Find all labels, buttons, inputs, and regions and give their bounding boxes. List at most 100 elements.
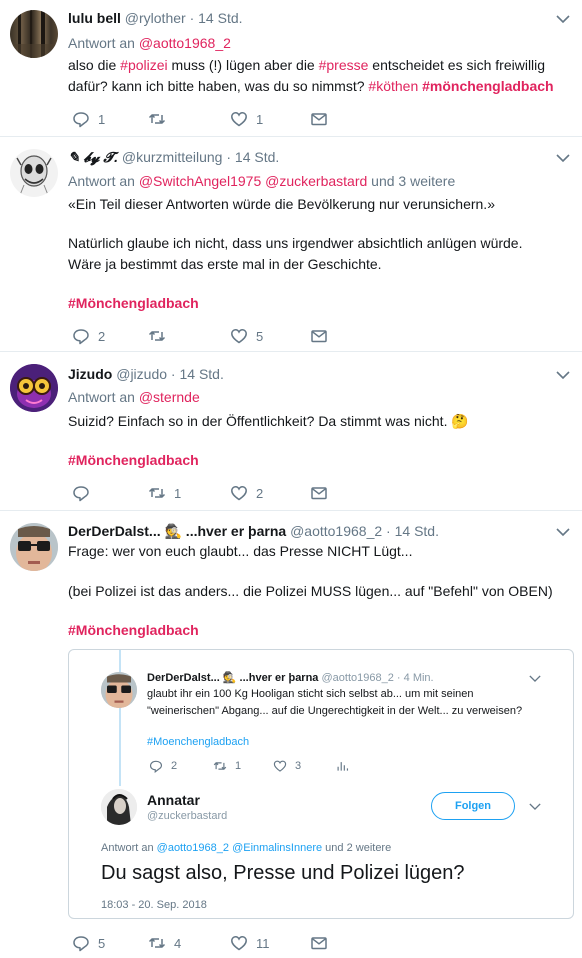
user-handle[interactable]: @kurzmitteilung [122,149,223,165]
hashtag-link[interactable]: #mönchengladbach [422,78,553,94]
user-name[interactable]: Annatar [147,792,200,808]
reply-context: Antwort an @aotto1968_2 @EinmalinsInnere… [101,842,391,854]
thread-line [119,650,121,672]
tweet-actions: 1 1 [68,109,368,129]
tweet-text: also die #polizei muss (!) lügen aber di… [68,55,558,97]
retweet-button[interactable]: 1 [148,483,181,503]
timestamp[interactable]: 14 Std. [235,149,279,165]
hashtag-link[interactable]: #Mönchengladbach [68,452,199,468]
chevron-down-icon[interactable] [556,527,570,537]
tweet: Jizudo @jizudo · 14 Std. Antwort an @ste… [0,352,582,511]
retweet-button[interactable]: 1 [213,758,241,774]
reply-suffix[interactable]: und 3 weitere [371,173,455,189]
quoted-hashtag-line: #Moenchengladbach [147,734,567,751]
avatar[interactable] [101,789,137,825]
retweet-icon [213,762,227,770]
like-button[interactable]: 2 [230,483,263,503]
avatar[interactable] [10,10,58,58]
user-name[interactable]: DerDerDalst... 🕵 ...hver er þarna [147,672,318,684]
thinking-emoji: 🤔 [451,413,469,429]
reply-user-link[interactable]: @sternde [139,389,200,405]
retweet-button[interactable] [148,109,174,129]
like-button[interactable]: 1 [230,109,263,129]
reply-suffix[interactable]: und 2 weitere [325,842,391,854]
user-handle[interactable]: @aotto1968_2 [290,523,382,539]
reply-user-link[interactable]: @zuckerbastard [265,173,367,189]
reply-button[interactable]: 2 [72,326,105,346]
avatar[interactable] [10,364,58,412]
chevron-down-icon[interactable] [556,370,570,380]
embedded-timestamp[interactable]: 18:03 - 20. Sep. 2018 [101,899,207,911]
reply-button[interactable]: 1 [72,109,105,129]
reply-user-link[interactable]: @EinmalinsInnere [232,842,322,854]
hashtag-link[interactable]: #Mönchengladbach [68,622,199,638]
reply-context: Antwort an @aotto1968_2 [68,35,231,51]
retweet-icon [148,331,166,341]
user-handle[interactable]: @jizudo [116,366,167,382]
tweet-hashtag-line: #Mönchengladbach [68,450,558,471]
reply-context: Antwort an @SwitchAngel1975 @zuckerbasta… [68,173,455,189]
retweet-count: 4 [174,935,182,951]
hashtag-link[interactable]: #Mönchengladbach [68,295,199,311]
reply-button[interactable]: 5 [72,933,105,953]
hashtag-link[interactable]: #polizei [120,57,167,73]
message-button[interactable] [310,326,328,346]
timestamp[interactable]: 14 Std. [395,523,439,539]
reply-user-link[interactable]: @aotto1968_2 [157,842,229,854]
tweet-actions: 5 4 11 [68,933,368,953]
quoted-text-line: glaubt ihr ein 100 Kg Hooligan sticht si… [147,688,474,700]
user-name[interactable]: lulu bell [68,10,121,26]
tweet-text-line: Frage: wer von euch glaubt... das Presse… [68,543,413,559]
tweet-header: lulu bell @rylother · 14 Std. [68,10,243,26]
retweet-icon [148,114,166,124]
quoted-text-line: "weinerischen" Abgang... auf die Ungerec… [147,705,523,717]
follow-button[interactable]: Folgen [431,792,515,820]
chevron-down-icon[interactable] [529,674,541,683]
embedded-tweet-card[interactable]: DerDerDalst... 🕵 ...hver er þarna @aotto… [68,649,574,919]
user-name[interactable]: Jizudo [68,366,112,382]
reply-user-link[interactable]: @aotto1968_2 [139,35,231,51]
retweet-button[interactable]: 4 [148,933,181,953]
timestamp[interactable]: 14 Std. [198,10,242,26]
thread-line [119,706,121,786]
hashtag-link[interactable]: #presse [319,57,369,73]
user-handle[interactable]: @aotto1968_2 [322,672,394,684]
message-button[interactable] [310,483,328,503]
envelope-icon [311,487,327,500]
hashtag-link[interactable]: #köthen [368,78,418,94]
analytics-button[interactable] [335,758,349,774]
envelope-icon [311,937,327,950]
user-handle[interactable]: @rylother [125,10,186,26]
heart-icon [231,112,247,127]
tweet: lulu bell @rylother · 14 Std. Antwort an… [0,0,582,137]
hashtag-link[interactable]: #Moenchengladbach [147,736,249,748]
retweet-button[interactable] [148,326,174,346]
like-button[interactable]: 3 [273,758,301,774]
quoted-avatar[interactable] [101,672,137,708]
avatar[interactable] [10,523,58,571]
reply-button[interactable]: 2 [149,758,177,774]
timestamp[interactable]: 4 Min. [404,672,434,684]
like-button[interactable]: 11 [230,933,270,953]
separator-dot: · [386,523,391,539]
timestamp[interactable]: 14 Std. [179,366,223,382]
reply-button[interactable] [72,483,98,503]
reply-prefix: Antwort an [68,35,135,51]
reply-icon [149,760,163,773]
user-name[interactable]: DerDerDalst... 🕵 ...hver er þarna [68,523,286,539]
user-handle[interactable]: @zuckerbastard [147,810,227,822]
separator-dot: · [170,366,176,382]
reply-user-link[interactable]: @SwitchAngel1975 [139,173,261,189]
like-button[interactable]: 5 [230,326,263,346]
chevron-down-icon[interactable] [556,14,570,24]
like-count: 11 [256,935,270,951]
chevron-down-icon[interactable] [529,802,541,811]
avatar[interactable] [10,149,58,197]
message-button[interactable] [310,109,328,129]
chevron-down-icon[interactable] [556,153,570,163]
tweet-text-line: Natürlich glaube ich nicht, dass uns irg… [68,235,523,251]
message-button[interactable] [310,933,328,953]
reply-prefix: Antwort an [68,389,135,405]
user-name[interactable]: ✎ 𝓫𝔂 𝓣. [68,149,118,165]
text-segment: muss (!) lügen aber die [167,57,319,73]
